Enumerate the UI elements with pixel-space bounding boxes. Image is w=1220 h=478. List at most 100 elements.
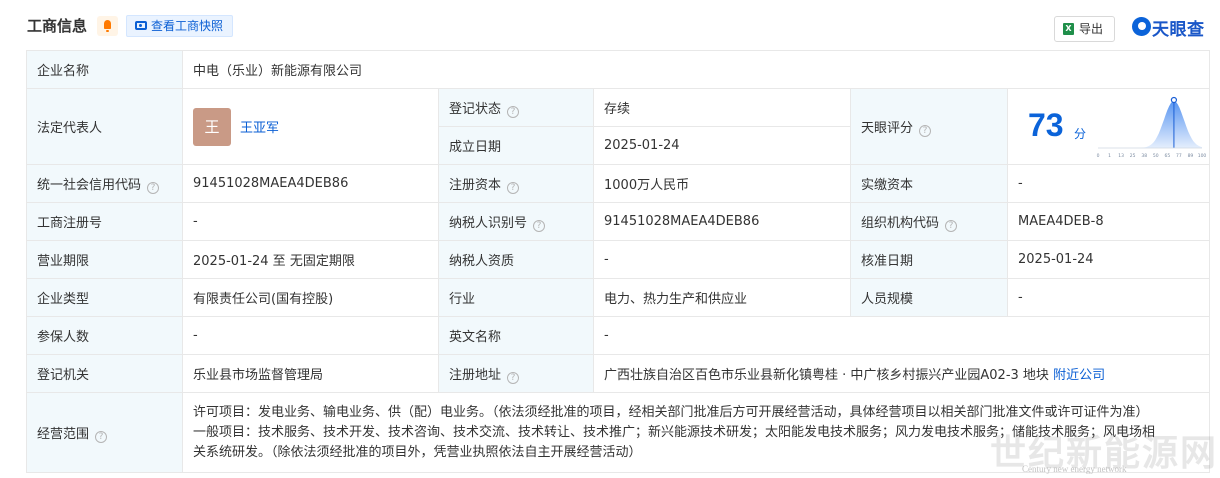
biz-term-value: 2025-01-24 至 无固定期限 bbox=[182, 240, 439, 279]
company-type-label: 企业类型 bbox=[26, 278, 183, 317]
help-icon[interactable]: ? bbox=[533, 219, 546, 232]
score-distribution-chart: 0 1 13 25 38 50 65 77 89 100 bbox=[1097, 96, 1206, 159]
brand-name: 天眼查 bbox=[1152, 20, 1205, 40]
credit-code-label-cell: 统一社会信用代码? bbox=[26, 164, 183, 203]
approval-date-label: 核准日期 bbox=[850, 240, 1008, 279]
company-name-label: 企业名称 bbox=[26, 50, 183, 89]
bell-icon[interactable] bbox=[97, 16, 118, 36]
help-icon[interactable]: ? bbox=[945, 219, 958, 232]
industry-label: 行业 bbox=[438, 278, 594, 317]
taxpayer-qual-value: - bbox=[593, 240, 851, 279]
reg-status-label-cell: 登记状态? bbox=[438, 88, 594, 127]
org-code-label: 组织机构代码 bbox=[861, 215, 940, 231]
staff-size-value: - bbox=[1006, 278, 1211, 317]
table-row: 工商注册号 - 纳税人识别号? 91451028MAEA4DEB86 组织机构代… bbox=[26, 202, 1211, 241]
reg-capital-label-cell: 注册资本? bbox=[438, 164, 594, 203]
score-axis-tick-label: 0 bbox=[1097, 153, 1100, 159]
paid-capital-label: 实缴资本 bbox=[850, 164, 1008, 203]
view-snapshot-button[interactable]: 查看工商快照 bbox=[126, 15, 234, 37]
help-icon[interactable]: ? bbox=[507, 371, 520, 384]
excel-icon: X bbox=[1063, 23, 1074, 35]
reg-authority-value: 乐业县市场监督管理局 bbox=[182, 354, 439, 393]
help-icon[interactable]: ? bbox=[95, 430, 108, 443]
reg-capital-value: 1000万人民币 bbox=[593, 164, 851, 203]
score-axis-tick-label: 50 bbox=[1153, 153, 1159, 159]
section-title: 工商信息 bbox=[27, 17, 88, 35]
english-name-label: 英文名称 bbox=[438, 316, 594, 355]
score-unit: 分 bbox=[1074, 127, 1087, 141]
help-icon[interactable]: ? bbox=[507, 105, 520, 118]
biz-scope-value: 许可项目：发电业务、输电业务、供（配）电业务。（依法须经批准的项目，经相关部门批… bbox=[181, 392, 1211, 473]
taxpayer-id-value: 91451028MAEA4DEB86 bbox=[593, 202, 851, 241]
reg-address-value: 广西壮族自治区百色市乐业县新化镇粤桂 · 中广核乡村振兴产业园A02-3 地块 bbox=[604, 368, 1049, 383]
score-marker-dot bbox=[1170, 96, 1178, 104]
reg-address-label-cell: 注册地址? bbox=[438, 354, 594, 393]
biz-reg-no-value: - bbox=[182, 202, 439, 241]
credit-code-value: 91451028MAEA4DEB86 bbox=[182, 164, 439, 203]
legal-rep-link[interactable]: 王亚军 bbox=[240, 117, 279, 136]
reg-capital-label: 注册资本 bbox=[449, 177, 502, 193]
approval-date-value: 2025-01-24 bbox=[1006, 240, 1211, 279]
export-button[interactable]: X 导出 bbox=[1054, 16, 1115, 42]
table-row: 营业期限 2025-01-24 至 无固定期限 纳税人资质 - 核准日期 202… bbox=[26, 240, 1211, 279]
reg-address-label: 注册地址 bbox=[449, 367, 502, 383]
header: 工商信息 查看工商快照 X 导出 天眼查 bbox=[0, 0, 1220, 50]
taxpayer-id-label: 纳税人识别号 bbox=[449, 215, 528, 231]
reg-authority-label: 登记机关 bbox=[26, 354, 183, 393]
table-row: 法定代表人 王王亚军 登记状态? 存续 天眼评分? 73 分 0 1 13 25 38 5… bbox=[26, 88, 1211, 165]
avatar[interactable]: 王 bbox=[193, 107, 231, 146]
table-row: 企业类型 有限责任公司(国有控股) 行业 电力、热力生产和供应业 人员规模 - bbox=[26, 278, 1211, 317]
score-axis-tick-label: 25 bbox=[1130, 153, 1136, 159]
legal-rep-label: 法定代表人 bbox=[26, 88, 183, 165]
camera-icon bbox=[135, 21, 147, 30]
score-axis-tick-label: 89 bbox=[1188, 153, 1194, 159]
paid-capital-value: - bbox=[1006, 164, 1211, 203]
score-label-cell: 天眼评分? bbox=[850, 88, 1008, 165]
company-name-value: 中电（乐业）新能源有限公司 bbox=[181, 50, 1211, 89]
table-row: 参保人数 - 英文名称 - bbox=[26, 316, 1211, 355]
table-row: 登记机关 乐业县市场监督管理局 注册地址? 广西壮族自治区百色市乐业县新化镇粤桂… bbox=[26, 354, 1211, 393]
table-row: 统一社会信用代码? 91451028MAEA4DEB86 注册资本? 1000万… bbox=[26, 164, 1211, 203]
credit-code-label: 统一社会信用代码 bbox=[37, 177, 142, 193]
taxpayer-qual-label: 纳税人资质 bbox=[438, 240, 594, 279]
biz-term-label: 营业期限 bbox=[26, 240, 183, 279]
help-icon[interactable]: ? bbox=[147, 181, 160, 194]
reg-address-cell: 广西壮族自治区百色市乐业县新化镇粤桂 · 中广核乡村振兴产业园A02-3 地块 … bbox=[592, 354, 1211, 393]
score-cell[interactable]: 73 分 0 1 13 25 38 50 65 77 89 100 bbox=[1006, 88, 1211, 165]
score-axis-tick-label: 13 bbox=[1118, 153, 1124, 159]
industry-value: 电力、热力生产和供应业 bbox=[593, 278, 851, 317]
score-label: 天眼评分 bbox=[861, 120, 914, 136]
insured-count-value: - bbox=[182, 316, 439, 355]
biz-scope-line: 许可项目：发电业务、输电业务、供（配）电业务。（依法须经批准的项目，经相关部门批… bbox=[193, 404, 1149, 420]
score-value: 73 bbox=[1028, 107, 1064, 143]
export-label: 导出 bbox=[1079, 22, 1104, 36]
staff-size-label: 人员规模 bbox=[850, 278, 1008, 317]
established-value: 2025-01-24 bbox=[593, 126, 851, 165]
reg-status-label: 登记状态 bbox=[449, 101, 502, 117]
org-code-value: MAEA4DEB-8 bbox=[1006, 202, 1211, 241]
score-axis-tick-label: 38 bbox=[1141, 153, 1147, 159]
taxpayer-id-label-cell: 纳税人识别号? bbox=[438, 202, 594, 241]
table-row: 经营范围? 许可项目：发电业务、输电业务、供（配）电业务。（依法须经批准的项目，… bbox=[26, 392, 1211, 473]
view-snapshot-label: 查看工商快照 bbox=[151, 19, 224, 33]
table-row: 企业名称 中电（乐业）新能源有限公司 bbox=[26, 50, 1211, 89]
biz-scope-line: 关系统研发。（除依法须经批准的项目外，凭营业执照依法自主开展经营活动） bbox=[193, 444, 642, 460]
english-name-value: - bbox=[592, 316, 1211, 355]
score-axis-tick-label: 1 bbox=[1108, 153, 1111, 159]
help-icon[interactable]: ? bbox=[919, 124, 932, 137]
help-icon[interactable]: ? bbox=[507, 181, 520, 194]
biz-scope-line: 一般项目：技术服务、技术开发、技术咨询、技术交流、技术转让、技术推广；新兴能源技… bbox=[193, 424, 1156, 440]
score-axis-tick-label: 65 bbox=[1164, 153, 1170, 159]
nearby-companies-link[interactable]: 附近公司 bbox=[1053, 368, 1105, 383]
company-type-value: 有限责任公司(国有控股) bbox=[182, 278, 439, 317]
business-info-table: 企业名称 中电（乐业）新能源有限公司 法定代表人 王王亚军 登记状态? 存续 天… bbox=[26, 50, 1211, 473]
brand-logo-icon bbox=[1132, 17, 1151, 36]
biz-reg-no-label: 工商注册号 bbox=[26, 202, 183, 241]
biz-scope-label: 经营范围 bbox=[37, 426, 90, 442]
established-label: 成立日期 bbox=[438, 126, 594, 165]
reg-status-value: 存续 bbox=[593, 88, 851, 127]
biz-scope-label-cell: 经营范围? bbox=[26, 392, 183, 473]
score-distribution-area bbox=[1098, 101, 1202, 148]
insured-count-label: 参保人数 bbox=[26, 316, 183, 355]
org-code-label-cell: 组织机构代码? bbox=[850, 202, 1008, 241]
